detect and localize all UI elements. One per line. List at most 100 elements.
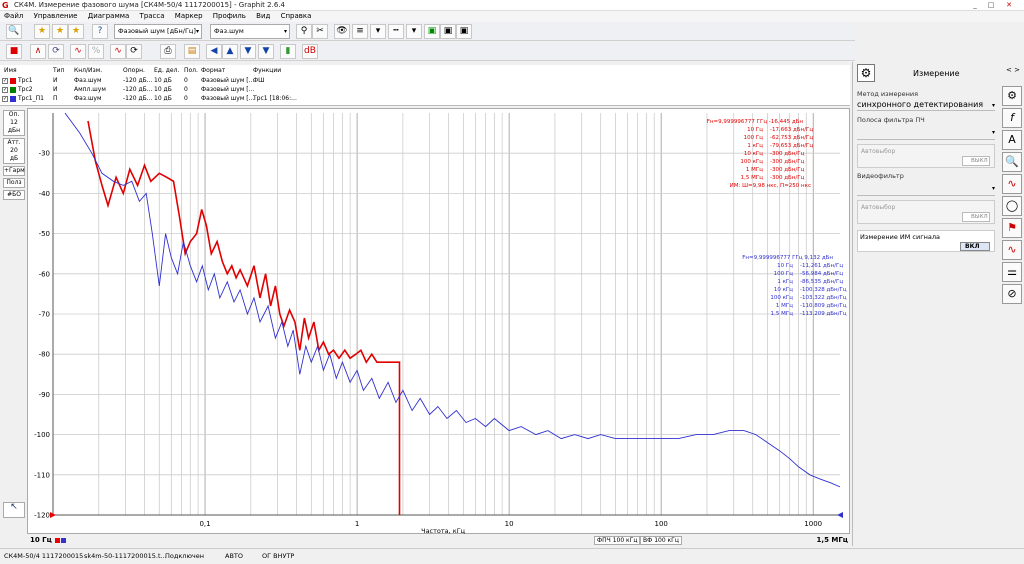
- menu-profile[interactable]: Профиль: [209, 11, 250, 21]
- trace-cell-format[interactable]: Фазовый шум [...: [201, 86, 254, 93]
- rbw-label[interactable]: ФПЧ 100 кГц: [594, 536, 641, 545]
- col-header-pos[interactable]: Пол.: [184, 67, 198, 74]
- chart-svg[interactable]: -30 -40 -50 -60 -70 -80 -90 -100 -110 -120 0,1 1 10 1…: [28, 109, 851, 535]
- trace-cell-pos[interactable]: 0: [184, 86, 188, 93]
- col-header-channel[interactable]: Кнл/Изм.: [74, 67, 102, 74]
- text-icon[interactable]: A: [1002, 130, 1022, 150]
- trace-cell-meas[interactable]: Ампл.шум: [74, 86, 106, 93]
- line-width-dropdown-icon[interactable]: ▾: [370, 24, 386, 39]
- trace-cell-func[interactable]: ФШ: [253, 77, 265, 84]
- reload-icon[interactable]: ⟳: [126, 44, 142, 59]
- trace-cell-div[interactable]: 10 дБ: [154, 86, 172, 93]
- print-icon[interactable]: ⎙: [160, 44, 176, 59]
- series-line-red[interactable]: [87, 120, 401, 515]
- menu-view[interactable]: Вид: [252, 11, 274, 21]
- trace-cell-format[interactable]: Фазовый шум [...: [201, 95, 254, 102]
- cursor-tool-icon[interactable]: ↖: [3, 502, 25, 518]
- trace-cell-type[interactable]: И: [53, 86, 58, 93]
- trace-cell-pos[interactable]: 0: [184, 77, 188, 84]
- marker-tool-icon[interactable]: ⚲: [296, 24, 312, 39]
- arrow-export-icon[interactable]: ▼: [258, 44, 274, 59]
- harmonics-button[interactable]: +Гарм: [3, 166, 25, 176]
- arrow-left-icon[interactable]: ◀: [206, 44, 222, 59]
- close-button[interactable]: ✕: [1002, 1, 1016, 9]
- zoom-icon[interactable]: 🔍: [1002, 152, 1022, 172]
- refresh-icon[interactable]: ⟳: [48, 44, 64, 59]
- trace-cell-name[interactable]: Трс1_П1: [18, 95, 44, 102]
- col-header-name[interactable]: Имя: [4, 67, 17, 74]
- trace-cell-type[interactable]: И: [53, 77, 58, 84]
- trace-icon[interactable]: ∿: [1002, 174, 1022, 194]
- arrow-down-icon[interactable]: ▼: [240, 44, 256, 59]
- x-end-marker[interactable]: [837, 512, 843, 518]
- auto-if-toggle[interactable]: ВЫКЛ: [962, 156, 990, 166]
- line-width-icon[interactable]: ≡: [352, 24, 368, 39]
- trace-color-swatch[interactable]: [10, 78, 16, 84]
- menu-trace[interactable]: Трасса: [136, 11, 169, 21]
- col-header-functions[interactable]: Функции: [253, 67, 281, 74]
- trace-cell-div[interactable]: 10 дБ: [154, 77, 172, 84]
- trace-cell-ref[interactable]: -120 дБ...: [123, 77, 153, 84]
- attenuation-box[interactable]: Атт. 20 дБ: [3, 138, 25, 164]
- probe-icon[interactable]: ⊘: [1002, 284, 1022, 304]
- filter-icon[interactable]: ∧: [30, 44, 46, 59]
- open-icon[interactable]: 🔍: [6, 24, 22, 39]
- vbw-label[interactable]: ВФ 100 кГц: [640, 536, 682, 545]
- ref-level-box[interactable]: Оп. 12 дБн: [3, 110, 25, 136]
- sliders-icon[interactable]: ⚌: [1002, 262, 1022, 282]
- flag-icon[interactable]: ⚑: [1002, 218, 1022, 238]
- phase-noise-chart[interactable]: -30 -40 -50 -60 -70 -80 -90 -100 -110 -120 0,1 1 10 1…: [27, 108, 851, 535]
- star-remove-icon[interactable]: ★: [68, 24, 84, 39]
- bo-button[interactable]: #БО: [3, 190, 25, 200]
- trace-cell-meas[interactable]: Фаз.шум: [74, 77, 102, 84]
- help-icon[interactable]: ?: [92, 24, 108, 39]
- menu-file[interactable]: Файл: [0, 11, 27, 21]
- col-header-div[interactable]: Ед. дел.: [154, 67, 179, 74]
- trace-cell-div[interactable]: 10 дБ: [154, 95, 172, 102]
- menu-help[interactable]: Справка: [277, 11, 316, 21]
- star-add-icon[interactable]: ★: [52, 24, 68, 39]
- spectrum-icon[interactable]: ∿: [1002, 240, 1022, 260]
- save-icon[interactable]: ▤: [184, 44, 200, 59]
- method-select[interactable]: синхронного детектирования ▾: [857, 100, 995, 111]
- noise-icon[interactable]: ∿: [70, 44, 86, 59]
- units-select[interactable]: Фазовый шум [дБн/Гц] ▾: [114, 24, 202, 39]
- col-header-ref[interactable]: Опорн.: [123, 67, 145, 74]
- auto-video-toggle[interactable]: ВЫКЛ: [962, 212, 990, 222]
- restore-window-icon[interactable]: ▣: [456, 24, 472, 39]
- trace-select[interactable]: Фаз.шум ▾: [210, 24, 290, 39]
- trace-cell-func[interactable]: Трс1 [18:06:...: [253, 95, 297, 102]
- trace-checkbox[interactable]: ✓: [2, 87, 8, 93]
- video-filter-select[interactable]: ▾: [857, 182, 995, 196]
- trace-cell-name[interactable]: Трс1: [18, 77, 33, 84]
- col-header-format[interactable]: Формат: [201, 67, 225, 74]
- line-style-icon[interactable]: ┅: [388, 24, 404, 39]
- cycle-icon[interactable]: ◯: [1002, 196, 1022, 216]
- slider-button[interactable]: Полз: [3, 178, 25, 188]
- trace-cell-pos[interactable]: 0: [184, 95, 188, 102]
- eye-icon[interactable]: 👁: [334, 24, 350, 39]
- maximize-button[interactable]: □: [984, 1, 998, 9]
- trace-checkbox[interactable]: ✓: [2, 78, 8, 84]
- col-header-type[interactable]: Тип: [53, 67, 65, 74]
- gear-icon[interactable]: ⚙: [1002, 86, 1022, 106]
- line-style-dropdown-icon[interactable]: ▾: [406, 24, 422, 39]
- if-filter-select[interactable]: ▾: [857, 126, 995, 140]
- stop-icon[interactable]: ■: [6, 44, 22, 59]
- trace-cell-ref[interactable]: -120 дБ...: [123, 95, 153, 102]
- trace-color-swatch[interactable]: [10, 96, 16, 102]
- trace-cell-format[interactable]: Фазовый шум [...: [201, 77, 254, 84]
- gear-icon[interactable]: ⚙: [857, 64, 875, 82]
- trace-cell-ref[interactable]: -120 дБ...: [123, 86, 153, 93]
- trace-cell-type[interactable]: П: [53, 95, 58, 102]
- minimize-button[interactable]: _: [968, 1, 982, 9]
- trace-color-swatch[interactable]: [10, 87, 16, 93]
- trace-cell-meas[interactable]: Фаз.шум: [74, 95, 102, 102]
- star-icon[interactable]: ★: [34, 24, 50, 39]
- im-toggle[interactable]: ВКЛ: [960, 242, 990, 251]
- db-icon[interactable]: dB: [302, 44, 318, 59]
- spectrum-icon[interactable]: ∿: [110, 44, 126, 59]
- function-icon[interactable]: f: [1002, 108, 1022, 128]
- menu-control[interactable]: Управление: [30, 11, 82, 21]
- expand-panel-icon[interactable]: < >: [1006, 66, 1020, 74]
